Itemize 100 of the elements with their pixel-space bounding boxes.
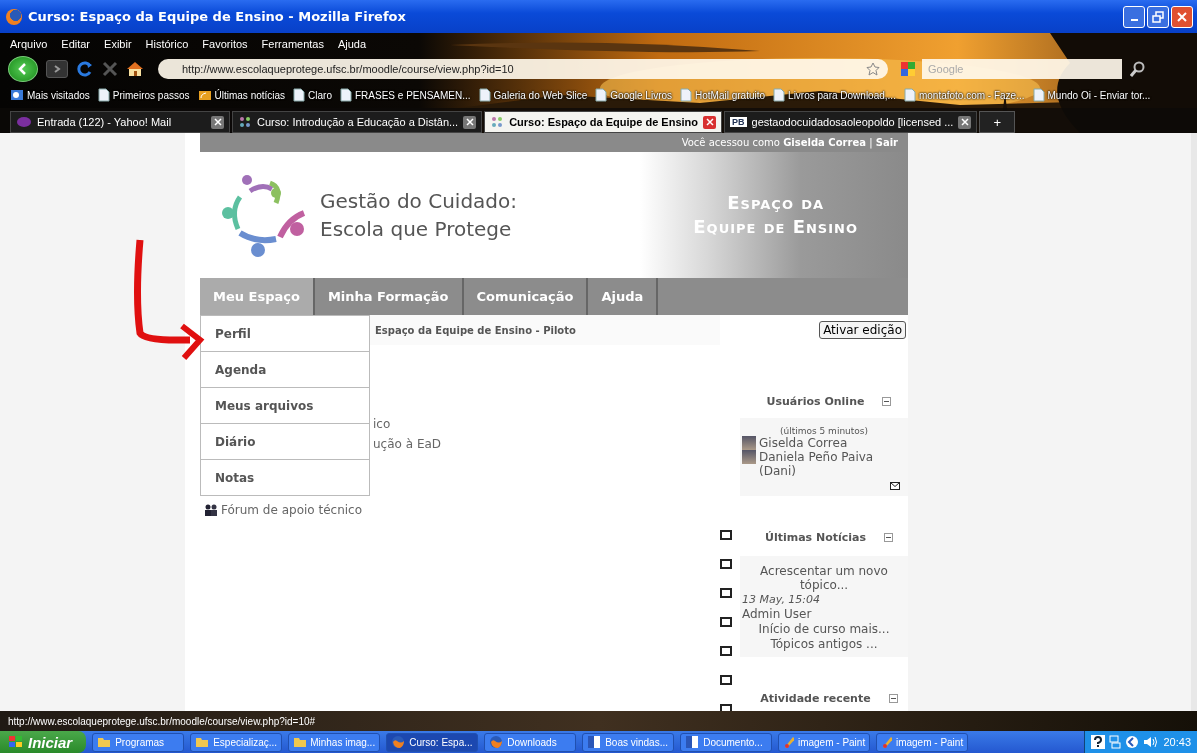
window-icon (10, 88, 24, 102)
dropdown-item[interactable]: Perfil (201, 316, 369, 352)
older-topics-link[interactable]: Tópicos antigos ... (742, 637, 906, 651)
browser-tab[interactable]: PB gestaodocuidadosaoleopoldo [licensed ... (724, 111, 978, 133)
document-icon (685, 735, 700, 749)
menu-item[interactable]: Favoritos (202, 38, 248, 50)
tab-label: Curso: Espaço da Equipe de Ensino (509, 116, 699, 128)
menu-item[interactable]: Exibir (104, 38, 132, 50)
dropdown-item[interactable]: Meus arquivos (201, 388, 369, 424)
search-icon[interactable] (1130, 61, 1146, 77)
forward-button[interactable] (46, 60, 68, 78)
square-icon (720, 646, 732, 656)
firefox-icon (6, 8, 22, 25)
bookmark-item[interactable]: Mais visitados (10, 88, 90, 102)
block-title: Usuários Online (766, 394, 865, 408)
edit-button[interactable]: Ativar edição (819, 321, 906, 339)
square-icon (720, 675, 732, 685)
close-tab-icon[interactable] (211, 115, 224, 129)
bookmark-item[interactable]: Últimas notícias (197, 88, 286, 102)
square-icon (720, 588, 732, 598)
address-field[interactable]: http://www.escolaqueprotege.ufsc.br/moodle/course/view.php?id=10 (158, 59, 888, 79)
mail-icon (16, 115, 32, 129)
menu-item[interactable]: Histórico (145, 38, 189, 50)
post-link[interactable]: Início de curso mais... (742, 622, 906, 636)
page-icon (97, 88, 110, 102)
course-link[interactable]: ução à EaD (373, 437, 720, 451)
dropdown-item[interactable]: Agenda (201, 352, 369, 388)
folder-icon (97, 736, 112, 748)
search-engine-icon[interactable] (900, 61, 916, 77)
tab-label: gestaodocuidadosaoleopoldo [licensed ... (751, 116, 954, 128)
stop-icon[interactable] (102, 61, 118, 77)
close-tab-icon[interactable] (463, 115, 477, 129)
block-subtitle: (últimos 5 minutos) (778, 426, 870, 436)
course-link[interactable]: ico (373, 417, 720, 431)
help-icon[interactable] (1091, 735, 1106, 749)
minimize-icon (1130, 19, 1138, 21)
taskbar-item[interactable]: Downloads (484, 732, 577, 752)
taskbar-item[interactable]: Boas vindas... (582, 732, 675, 752)
star-icon[interactable] (866, 62, 880, 76)
collapse-icon[interactable] (884, 532, 893, 542)
add-topic-link[interactable]: Acrescentar um novo tópico... (742, 564, 906, 592)
chevron-right-icon (52, 64, 62, 74)
dots-icon (490, 115, 505, 129)
home-icon[interactable] (126, 61, 144, 77)
tab-label: Entrada (122) - Yahoo! Mail (37, 116, 173, 128)
minimize-button[interactable] (1123, 5, 1145, 28)
page-icon (595, 88, 608, 102)
paintbrush-icon (783, 735, 794, 749)
breadcrumb[interactable]: Espaço da Equipe de Ensino - Piloto (375, 324, 576, 336)
browser-tab[interactable]: Curso: Espaço da Equipe de Ensino (484, 111, 723, 133)
restore-button[interactable] (1147, 5, 1169, 28)
taskbar-item[interactable]: Programas (92, 732, 185, 752)
menu-item[interactable]: Arquivo (10, 38, 48, 50)
menu-item[interactable]: Editar (61, 38, 91, 50)
start-button[interactable]: Iniciar (0, 731, 87, 753)
page-icon (903, 88, 916, 102)
folder-icon (293, 736, 307, 748)
collapse-icon[interactable] (888, 693, 898, 703)
taskbar-item[interactable]: Especializaç... (190, 732, 283, 752)
status-text: http://www.escolaqueprotege.ufsc.br/moodle/course/view.php?id=10# (8, 715, 316, 727)
taskbar-item[interactable]: Curso: Espa... (386, 732, 479, 752)
taskbar-item[interactable]: imagem - Paint (876, 732, 969, 752)
bookmark-item[interactable]: Primeiros passos (97, 88, 190, 102)
browser-tab[interactable]: Curso: Introdução a Educação a Distân... (232, 111, 483, 133)
dots-icon (238, 115, 252, 129)
window-title: Curso: Espaço da Equipe de Ensino - Mozilla Firefox (28, 9, 407, 24)
search-field[interactable]: Google (922, 59, 1122, 79)
bookmark-item[interactable]: Galeria do Web Slice (478, 88, 588, 102)
bookmark-item[interactable]: Claro (293, 88, 332, 102)
people-icon (204, 504, 218, 516)
logo-icon (220, 173, 306, 257)
page-icon (293, 88, 306, 102)
avatar (742, 436, 756, 450)
dropdown-item[interactable]: Diário (201, 424, 369, 460)
taskbar-item[interactable]: Documento... (680, 732, 773, 752)
menu-item[interactable]: Ferramentas (261, 38, 324, 50)
new-tab-button[interactable]: + (979, 111, 1016, 133)
square-icon (720, 559, 732, 569)
block-title: Atividade recente (760, 691, 871, 705)
dropdown-item[interactable]: Notas (201, 460, 369, 495)
site-title: Escola que Protege (320, 216, 513, 243)
banner-title: Equipe de Ensino (693, 215, 858, 239)
envelope-icon[interactable] (890, 482, 900, 490)
taskbar-item[interactable]: Minhas imag... (288, 732, 381, 752)
taskbar-item[interactable]: imagem - Paint (778, 732, 871, 752)
page-icon (680, 88, 693, 102)
browser-tab[interactable]: Entrada (122) - Yahoo! Mail (10, 111, 230, 133)
close-tab-icon[interactable] (958, 115, 972, 129)
user-link[interactable]: Daniela Peño Paiva (Dani) (759, 450, 906, 478)
reload-icon[interactable] (76, 60, 94, 78)
bookmark-item[interactable]: FRASES e PENSAMEN... (340, 88, 471, 102)
browser-icon (391, 735, 406, 749)
collapse-icon[interactable] (882, 396, 892, 406)
user-link[interactable]: Giselda Correa (759, 436, 848, 450)
close-button[interactable] (1171, 5, 1193, 28)
forum-link[interactable]: Fórum de apoio técnico (221, 503, 363, 517)
windows-icon (8, 735, 24, 749)
speaker-icon[interactable] (1143, 735, 1160, 749)
feed-icon (197, 88, 212, 102)
menu-item[interactable]: Ajuda (337, 38, 367, 50)
